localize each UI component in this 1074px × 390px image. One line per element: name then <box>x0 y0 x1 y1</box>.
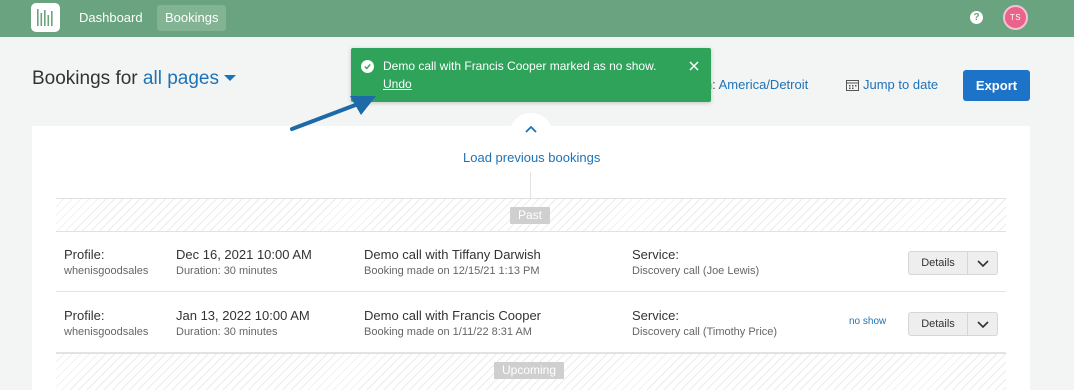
help-icon[interactable]: ? <box>970 11 983 24</box>
page-title-prefix: Bookings for <box>32 68 138 89</box>
booking-title: Demo call with Tiffany Darwish <box>364 247 541 262</box>
booking-actions-dropdown[interactable] <box>968 313 997 335</box>
no-show-status[interactable]: no show <box>849 316 886 327</box>
profile-label: Profile: <box>64 247 105 262</box>
past-label: Past <box>510 207 551 224</box>
booking-datetime: Dec 16, 2021 10:00 AM <box>176 247 312 262</box>
details-button-group: Details <box>908 251 998 275</box>
chevron-up-icon <box>525 125 537 133</box>
profile-name: whenisgoodsales <box>64 265 149 277</box>
details-button[interactable]: Details <box>909 313 968 335</box>
timeline-connector <box>530 172 531 198</box>
timezone-setting: in: America/Detroit <box>702 77 808 92</box>
booking-title: Demo call with Francis Cooper <box>364 308 542 323</box>
nav-bookings[interactable]: Bookings <box>157 5 227 31</box>
avatar[interactable]: TS <box>1003 5 1028 30</box>
jump-to-date-label: Jump to date <box>863 77 939 92</box>
booking-row: Profile: whenisgoodsales Dec 16, 2021 10… <box>56 232 1006 292</box>
load-previous-bookings-link[interactable]: Load previous bookings <box>463 150 600 165</box>
chevron-down-icon <box>977 260 989 267</box>
booking-made-on: Booking made on 1/11/22 8:31 AM <box>364 326 532 338</box>
toast-notification: Demo call with Francis Cooper marked as … <box>351 48 711 102</box>
details-button-group: Details <box>908 312 998 336</box>
logo[interactable] <box>31 3 60 32</box>
service-label: Service: <box>632 247 679 262</box>
jump-to-date-link[interactable]: Jump to date <box>846 77 938 92</box>
check-circle-icon <box>361 60 374 73</box>
service-name: Discovery call (Joe Lewis) <box>632 265 760 277</box>
chevron-down-icon <box>977 321 989 328</box>
page-select-label: all pages <box>142 68 219 89</box>
booking-actions-dropdown[interactable] <box>968 252 997 274</box>
nav-dashboard[interactable]: Dashboard <box>71 5 151 31</box>
service-name: Discovery call (Timothy Price) <box>632 326 778 338</box>
page-select-dropdown[interactable]: all pages <box>143 68 236 89</box>
caret-down-icon <box>223 74 236 81</box>
details-button[interactable]: Details <box>909 252 968 274</box>
page-title: Bookings for all pages <box>32 68 236 90</box>
upcoming-label: Upcoming <box>494 362 565 379</box>
booking-made-on: Booking made on 12/15/21 1:13 PM <box>364 265 540 277</box>
toast-message: Demo call with Francis Cooper marked as … <box>383 59 657 73</box>
booking-duration: Duration: 30 minutes <box>176 326 278 338</box>
calendar-icon <box>846 80 859 91</box>
profile-name: whenisgoodsales <box>64 326 149 338</box>
logo-icon <box>37 9 53 26</box>
past-divider: Past <box>56 198 1006 232</box>
top-navigation-bar: Dashboard Bookings ? TS <box>0 0 1074 37</box>
booking-row: Profile: whenisgoodsales Jan 13, 2022 10… <box>56 293 1006 353</box>
service-label: Service: <box>632 308 679 323</box>
booking-datetime: Jan 13, 2022 10:00 AM <box>176 308 310 323</box>
export-button[interactable]: Export <box>963 70 1030 101</box>
profile-label: Profile: <box>64 308 105 323</box>
annotation-arrow <box>290 96 376 131</box>
booking-duration: Duration: 30 minutes <box>176 265 278 277</box>
upcoming-divider: Upcoming <box>56 353 1006 390</box>
timezone-link[interactable]: America/Detroit <box>719 77 809 92</box>
close-icon[interactable] <box>688 60 700 72</box>
